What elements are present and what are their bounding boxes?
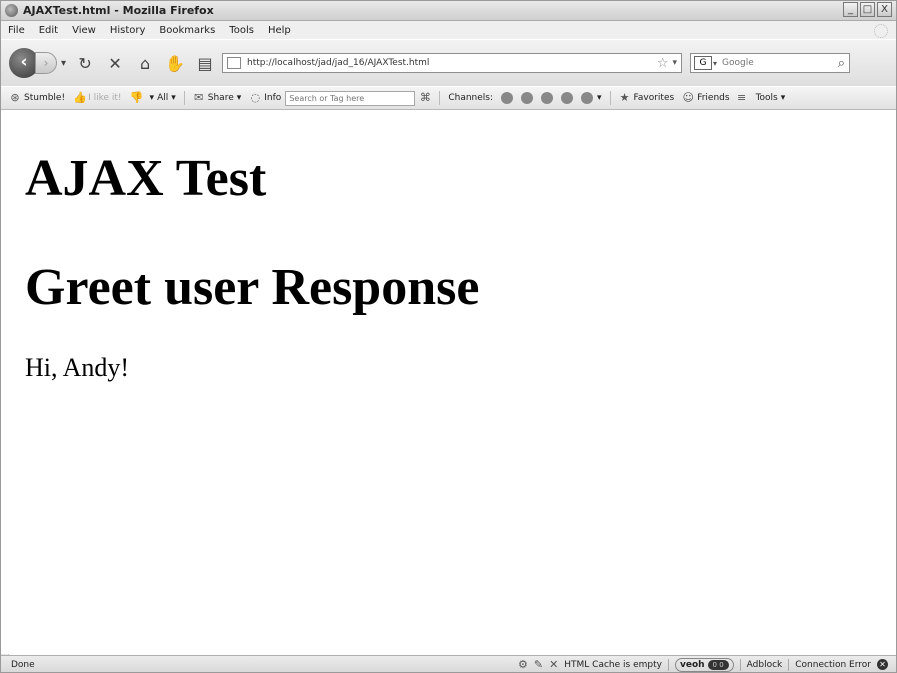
stumble-search-input[interactable] [285, 90, 416, 106]
response-heading: Greet user Response [25, 259, 480, 316]
navigation-toolbar: ‹ › ▾ ↻ ✕ ⌂ ✋ ▤ http://localhost/jad/jad… [1, 40, 896, 86]
throbber-icon [874, 24, 888, 38]
home-icon[interactable]: ⌂ [134, 52, 156, 74]
adblock-status[interactable]: Adblock [747, 660, 783, 670]
menu-help[interactable]: Help [261, 25, 298, 36]
veoh-widget[interactable]: veoh 0 0 [674, 657, 734, 672]
list-icon[interactable]: ≡ [736, 92, 748, 104]
status-divider [739, 658, 741, 671]
all-dropdown[interactable]: ▾ All ▾ [150, 93, 176, 103]
error-icon[interactable]: ✕ [877, 659, 888, 670]
tag-icon[interactable]: ⌘ [419, 92, 431, 104]
browser-window: AJAXTest.html - Mozilla Firefox _ □ X Fi… [0, 0, 897, 673]
channel-photo-icon[interactable] [541, 92, 553, 104]
search-engine-icon[interactable]: G [694, 56, 713, 70]
url-dropdown-icon[interactable]: ▾ [673, 58, 678, 68]
title-bar: AJAXTest.html - Mozilla Firefox _ □ X [1, 1, 896, 21]
bookmark-toolbar-icon[interactable]: ▤ [194, 52, 216, 74]
url-text[interactable]: http://localhost/jad/jad_16/AJAXTest.htm… [247, 58, 657, 68]
thumbs-down-icon: 👎 [129, 91, 144, 104]
minimize-button[interactable]: _ [843, 2, 858, 17]
share-icon: ✉ [194, 91, 204, 104]
channel-globe-icon[interactable] [501, 92, 513, 104]
reload-icon[interactable]: ↻ [74, 52, 96, 74]
all-dropdown-icon: ▾ [149, 93, 155, 103]
star-icon: ★ [619, 91, 630, 104]
share-button[interactable]: ✉ Share ▾ [193, 91, 242, 104]
all-chevron-icon: ▾ [171, 93, 176, 103]
menu-edit[interactable]: Edit [32, 25, 65, 36]
channels-label: Channels: [448, 93, 493, 103]
status-divider [788, 658, 790, 671]
history-dropdown-icon[interactable]: ▾ [61, 58, 66, 69]
channel-people-icon[interactable] [521, 92, 533, 104]
back-arrow-icon: ‹ [20, 52, 28, 72]
info-label: Info [264, 93, 282, 103]
stumble-hand-icon[interactable]: ✋ [164, 52, 186, 74]
greeting-text: Hi, Andy! [25, 353, 129, 382]
menu-tools[interactable]: Tools [222, 25, 261, 36]
all-label: All [157, 93, 169, 103]
stop-icon[interactable]: ✕ [104, 52, 126, 74]
thumbs-down-button[interactable]: 👎 [129, 91, 144, 104]
window-controls: _ □ X [843, 2, 892, 17]
veoh-logo: veoh [679, 659, 705, 670]
friends-icon: ☺ [682, 91, 694, 104]
page-title: AJAX Test [25, 150, 267, 207]
menu-file[interactable]: File [1, 25, 32, 36]
forward-button[interactable]: › [35, 52, 57, 74]
stumbleupon-icon: ⊛ [10, 91, 20, 104]
stumbleupon-toolbar: ⊛ Stumble! 👍 I like it! 👎 ▾ All ▾ ✉ Shar… [1, 87, 896, 110]
menu-bookmarks[interactable]: Bookmarks [152, 25, 222, 36]
addon-pin-icon[interactable]: ✎ [534, 658, 543, 671]
tools-button[interactable]: Tools ▾ [756, 93, 786, 103]
forward-arrow-icon: › [43, 56, 49, 70]
ilike-button[interactable]: 👍 I like it! [73, 92, 121, 104]
thumbs-up-icon: 👍 [73, 91, 87, 104]
friends-label: Friends [697, 93, 730, 103]
channel-video-icon[interactable] [561, 92, 573, 104]
toolbar-divider [439, 91, 441, 105]
cache-status[interactable]: HTML Cache is empty [564, 660, 662, 670]
connection-status[interactable]: Connection Error [795, 660, 871, 670]
bookmark-star-icon[interactable]: ☆ [657, 56, 669, 71]
favorites-label: Favorites [633, 93, 675, 103]
search-engine-dropdown-icon[interactable]: ▾ [713, 59, 717, 68]
firefox-icon [5, 4, 18, 17]
toolbar-divider [609, 91, 611, 105]
menu-view[interactable]: View [65, 25, 103, 36]
tools-label: Tools [755, 93, 778, 103]
toolbar-divider [183, 91, 185, 105]
menu-bar: File Edit View History Bookmarks Tools H… [1, 21, 896, 39]
share-label: Share [207, 93, 234, 103]
stumble-label: Stumble! [24, 93, 66, 103]
stumble-button[interactable]: ⊛ Stumble! [9, 92, 65, 104]
menu-history[interactable]: History [103, 25, 153, 36]
info-button[interactable]: ◌ Info [249, 92, 281, 104]
window-title: AJAXTest.html - Mozilla Firefox [23, 4, 214, 17]
cache-x-icon[interactable]: ✕ [549, 658, 558, 671]
maximize-button[interactable]: □ [860, 2, 875, 17]
friends-button[interactable]: ☺ Friends [682, 92, 729, 104]
tools-dropdown-icon: ▾ [780, 93, 786, 103]
search-box[interactable]: G ▾ ⌕ [690, 53, 851, 73]
share-dropdown-icon: ▾ [236, 93, 242, 103]
address-bar[interactable]: http://localhost/jad/jad_16/AJAXTest.htm… [222, 53, 683, 73]
status-bar: Done ⚙ ✎ ✕ HTML Cache is empty veoh 0 0 … [1, 655, 896, 672]
status-text: Done [11, 659, 35, 670]
page-content: AJAX Test Greet user Response Hi, Andy! [1, 110, 896, 654]
channel-news-icon[interactable] [581, 92, 593, 104]
favorites-button[interactable]: ★ Favorites [619, 92, 675, 104]
speech-bubble-icon: ◌ [250, 91, 261, 104]
veoh-counts: 0 0 [707, 659, 729, 670]
status-addons: ⚙ ✎ ✕ HTML Cache is empty veoh 0 0 Adblo… [518, 657, 896, 672]
ilike-label: I like it! [88, 93, 122, 103]
search-icon[interactable]: ⌕ [838, 56, 845, 71]
channels-dropdown-icon[interactable]: ▾ [597, 93, 602, 103]
site-favicon-icon [227, 57, 242, 69]
search-input[interactable] [720, 57, 835, 69]
close-button[interactable]: X [877, 2, 892, 17]
addon-gear-icon[interactable]: ⚙ [518, 658, 528, 671]
status-divider [667, 658, 669, 671]
